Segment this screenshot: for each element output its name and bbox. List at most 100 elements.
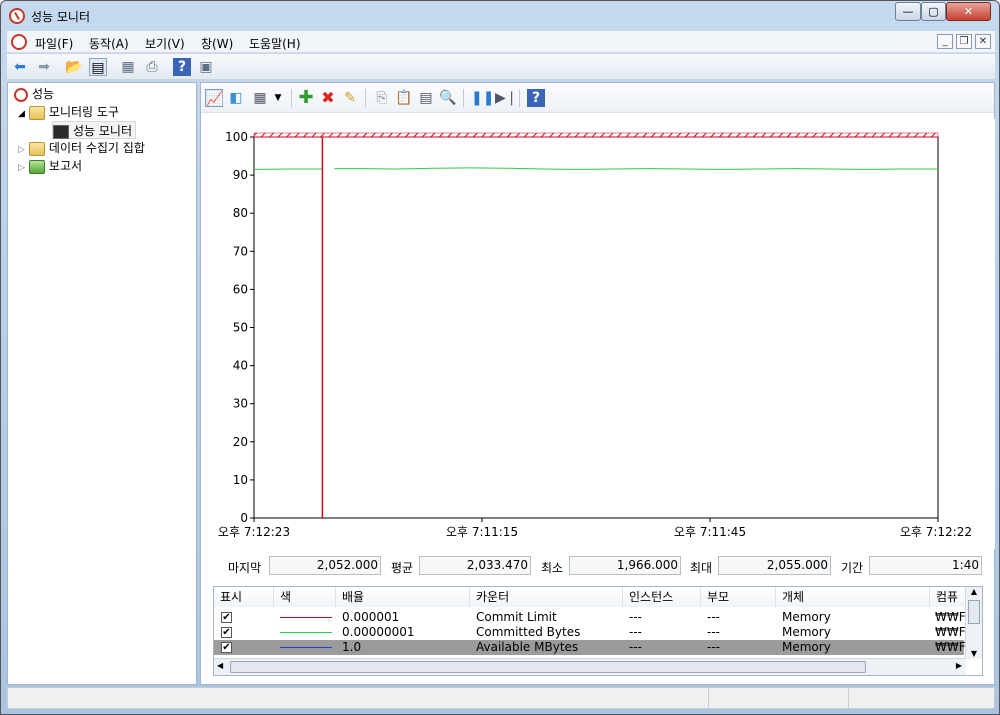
show-checkbox[interactable]: ✔: [221, 612, 232, 623]
console-tree-icon[interactable]: ▤: [89, 58, 107, 76]
app-window: 성능 모니터 — ▢ ✕ 파일(F) 동작(A) 보기(V) 창(W) 도움말(…: [0, 0, 1000, 715]
duration-value: 1:40: [869, 556, 982, 575]
graph-toolbar: 📈 ◧ ▦ ▼ ✚ ✖ ✎ ⎘ 📋 ▤ 🔍 ❚❚ ▶❘ ?: [201, 83, 994, 113]
paste-counter-list-icon[interactable]: 📋: [395, 89, 413, 107]
y-tick-label: 0: [240, 511, 248, 525]
window-title: 성능 모니터: [31, 10, 91, 24]
help-icon[interactable]: ?: [527, 89, 545, 107]
counter-cell: Commit Limit: [476, 610, 557, 624]
counter-row[interactable]: ✔ 0.00000001 Committed Bytes --- --- Mem…: [214, 625, 965, 640]
y-tick-label: 10: [233, 473, 248, 487]
scroll-up-icon[interactable]: ▲: [966, 587, 982, 596]
up-folder-icon[interactable]: 📂: [65, 58, 83, 76]
parent-cell: ---: [707, 640, 720, 654]
close-button[interactable]: ✕: [946, 2, 991, 21]
tree-label-performance: 성능: [32, 87, 55, 101]
tree-item-reports[interactable]: ▷ 보고서: [18, 157, 82, 175]
scale-cell: 0.000001: [342, 610, 400, 624]
scale-cell: 0.00000001: [342, 625, 415, 639]
title-bar[interactable]: 성능 모니터 — ▢ ✕: [1, 1, 999, 29]
tree-item-data-collector-sets[interactable]: ▷ 데이터 수집기 집합: [18, 139, 145, 157]
delete-counter-icon[interactable]: ✖: [319, 89, 337, 107]
scroll-right-icon[interactable]: ▶: [956, 661, 962, 670]
expand-triangle-icon[interactable]: ◢: [18, 109, 25, 119]
menu-file[interactable]: 파일(F): [35, 35, 73, 52]
object-cell: Memory: [782, 640, 831, 654]
column-show[interactable]: 표시: [214, 587, 274, 607]
tree-item-performance-monitor[interactable]: 성능 모니터: [52, 121, 137, 139]
vertical-scrollbar[interactable]: ▲ ▼: [965, 587, 982, 659]
instance-cell: ---: [629, 610, 642, 624]
tree-item-monitoring-tools[interactable]: ◢ 모니터링 도구: [18, 103, 119, 121]
column-object[interactable]: 개체: [776, 587, 930, 607]
maximize-button[interactable]: ▢: [921, 2, 946, 21]
scroll-thumb[interactable]: [230, 661, 866, 673]
toolbar-separator: [365, 89, 366, 107]
properties-icon[interactable]: ▤: [417, 89, 435, 107]
column-color[interactable]: 색: [274, 587, 336, 607]
minimum-value: 1,966.000: [569, 556, 681, 575]
help-icon[interactable]: ?: [173, 58, 191, 76]
update-data-icon[interactable]: ▶❘: [495, 89, 518, 107]
mdi-minimize-button[interactable]: _: [937, 34, 953, 49]
view-graph-icon[interactable]: 📈: [205, 89, 223, 107]
collapsed-triangle-icon[interactable]: ▷: [18, 145, 25, 155]
column-computer[interactable]: 컴퓨: [930, 587, 966, 607]
perfmon-menu-icon[interactable]: [11, 34, 27, 50]
collapsed-triangle-icon[interactable]: ▷: [18, 163, 25, 173]
horizontal-scrollbar[interactable]: ◀ ▶: [214, 658, 966, 675]
column-parent[interactable]: 부모: [701, 587, 776, 607]
performance-chart: 0 10 20 30 40 50 60 70 80 90 100 오후 7:12:23 오후 7:11:…: [218, 130, 972, 539]
show-checkbox[interactable]: ✔: [221, 642, 232, 653]
folder-icon: [28, 141, 45, 156]
show-action-pane-icon[interactable]: ▣: [197, 58, 215, 76]
menu-action[interactable]: 동작(A): [89, 35, 129, 52]
menu-window[interactable]: 창(W): [201, 35, 233, 52]
copy-properties-icon[interactable]: ⎘: [373, 89, 391, 107]
counter-row-selected[interactable]: ✔ 1.0 Available MBytes --- --- Memory ₩₩…: [214, 640, 965, 655]
column-instance[interactable]: 인스턴스: [623, 587, 701, 607]
menu-view[interactable]: 보기(V): [145, 35, 185, 52]
y-tick-label: 70: [233, 244, 248, 258]
print-icon[interactable]: ⎙: [143, 58, 161, 76]
menu-bar: 파일(F) 동작(A) 보기(V) 창(W) 도움말(H) _ ❐ ✕: [7, 31, 995, 53]
mdi-close-button[interactable]: ✕: [975, 34, 991, 49]
computer-cell: ₩₩FX: [935, 625, 965, 639]
object-cell: Memory: [782, 610, 831, 624]
scroll-left-icon[interactable]: ◀: [217, 661, 223, 670]
monitor-graph-icon: [53, 124, 69, 139]
status-divider: [708, 688, 709, 708]
forward-arrow-icon[interactable]: ➡: [35, 58, 53, 76]
highlight-icon[interactable]: ✎: [341, 89, 359, 107]
x-tick-label: 오후 7:12:22: [900, 525, 972, 539]
color-swatch: [280, 647, 332, 648]
graph-type-dropdown-icon[interactable]: ▼: [269, 89, 287, 107]
properties-icon[interactable]: ▦: [119, 58, 137, 76]
show-checkbox[interactable]: ✔: [221, 627, 232, 638]
tree-item-performance[interactable]: 성능: [14, 85, 54, 103]
maximum-label: 최대: [690, 561, 713, 575]
y-tick-label: 90: [233, 168, 248, 182]
minimum-label: 최소: [541, 561, 564, 575]
scroll-down-icon[interactable]: ▼: [966, 649, 982, 658]
y-tick-label: 40: [233, 359, 248, 373]
add-counter-icon[interactable]: ✚: [297, 89, 315, 107]
tree-label-reports: 보고서: [48, 159, 83, 173]
change-graph-type-icon[interactable]: ▦: [251, 89, 269, 107]
counter-cell: Committed Bytes: [476, 625, 581, 639]
column-counter[interactable]: 카운터: [470, 587, 623, 607]
view-current-activity-icon[interactable]: ◧: [227, 89, 245, 107]
zoom-icon[interactable]: 🔍: [439, 89, 457, 107]
performance-monitor-pane: 📈 ◧ ▦ ▼ ✚ ✖ ✎ ⎘ 📋 ▤ 🔍 ❚❚ ▶❘ ? 0 10 20 30…: [200, 82, 995, 685]
mdi-restore-button[interactable]: ❐: [956, 34, 972, 49]
menu-help[interactable]: 도움말(H): [249, 35, 301, 52]
counter-row[interactable]: ✔ 0.000001 Commit Limit --- --- Memory ₩…: [214, 610, 965, 625]
scroll-thumb[interactable]: [968, 600, 980, 624]
graph-area[interactable]: 0 10 20 30 40 50 60 70 80 90 100 오후 7:12:23 오후 7:11:…: [202, 119, 995, 549]
freeze-display-icon[interactable]: ❚❚: [471, 89, 494, 107]
scale-cell: 1.0: [342, 640, 362, 654]
counter-list[interactable]: 표시 색 배율 카운터 인스턴스 부모 개체 컴퓨 ✔ 0.000001 Com…: [213, 586, 983, 676]
column-scale[interactable]: 배율: [336, 587, 470, 607]
minimize-button[interactable]: —: [895, 2, 921, 21]
back-arrow-icon[interactable]: ⬅: [11, 58, 29, 76]
